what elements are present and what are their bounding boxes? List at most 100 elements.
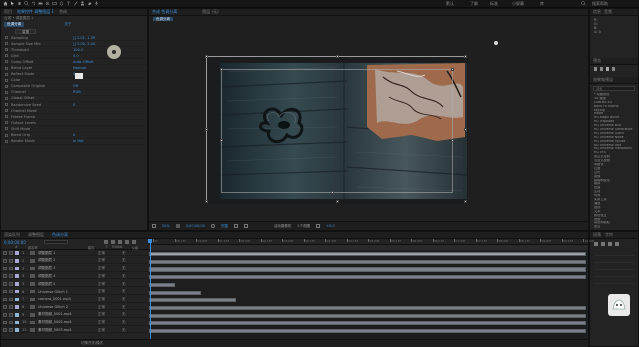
tab-info[interactable]: 信息 xyxy=(593,9,601,15)
transform-handle-mr[interactable] xyxy=(464,128,467,131)
layer-duration-bar[interactable] xyxy=(149,298,237,303)
property-value[interactable]: RGB xyxy=(73,90,81,94)
visibility-eye-icon[interactable] xyxy=(3,305,7,309)
property-value[interactable]: [] 2.01, 1.39 xyxy=(73,36,95,40)
property-value[interactable]: 0 xyxy=(73,103,75,107)
stopwatch-icon[interactable] xyxy=(5,109,8,113)
timeline-layer-row[interactable]: 3 调整图层 3 正常无 xyxy=(1,266,149,272)
paragraph-field-row[interactable] xyxy=(594,272,634,277)
label-color-swatch[interactable] xyxy=(15,266,19,271)
timeline-layer-row[interactable]: 5 调整图层 5 正常无 xyxy=(1,282,149,288)
stopwatch-icon[interactable] xyxy=(5,36,8,40)
stopwatch-icon[interactable] xyxy=(5,60,8,64)
workspace-libraries[interactable]: 库 xyxy=(540,1,544,7)
tab-effect-controls[interactable]: 效果控件 调整图层 1 xyxy=(17,9,54,15)
rectangle-tool-icon[interactable] xyxy=(52,1,57,6)
search-help-label[interactable]: 搜索帮助 xyxy=(592,1,608,7)
workspace-default[interactable]: 默认 xyxy=(446,1,454,7)
tab-preview[interactable]: 预览 xyxy=(593,58,601,64)
stopwatch-icon[interactable] xyxy=(5,139,8,143)
visibility-eye-icon[interactable] xyxy=(3,259,7,263)
transform-handle-ml[interactable] xyxy=(205,128,208,131)
layer-duration-bar[interactable] xyxy=(149,275,586,280)
anchor-point[interactable] xyxy=(494,41,498,45)
justify-icon[interactable] xyxy=(615,242,619,246)
lock-toggle[interactable] xyxy=(9,305,13,309)
layer-parent[interactable]: 无 xyxy=(122,258,126,263)
lock-toggle[interactable] xyxy=(9,297,13,302)
label-color-swatch[interactable] xyxy=(15,312,19,317)
lock-toggle[interactable] xyxy=(9,266,13,271)
layer-blend-mode[interactable]: 正常 xyxy=(98,328,118,333)
region-of-interest-icon[interactable] xyxy=(233,224,238,228)
timeline-layer-row[interactable]: 6 Universe Glitch 1 正常无 xyxy=(1,289,149,295)
label-color-swatch[interactable] xyxy=(15,259,19,263)
tab-audio[interactable]: 音频 xyxy=(604,9,612,15)
layer-parent[interactable]: 无 xyxy=(122,282,126,287)
reset-button[interactable]: 重置 xyxy=(15,28,37,34)
property-value[interactable]: 0 xyxy=(73,133,75,137)
tab-paragraph[interactable]: 段落 xyxy=(593,232,601,238)
timeline-layer-row[interactable]: 7 camera_0001.mp4 正常无 xyxy=(1,297,149,303)
stopwatch-icon[interactable] xyxy=(5,90,8,94)
layer-duration-bar[interactable] xyxy=(149,321,586,326)
stopwatch-icon[interactable] xyxy=(5,54,8,58)
draft-3d-icon[interactable] xyxy=(104,240,108,244)
work-area-bar[interactable] xyxy=(149,245,588,250)
layer-blend-mode[interactable]: 正常 xyxy=(98,274,118,279)
layer-blend-mode[interactable]: 正常 xyxy=(98,251,118,256)
lock-toggle[interactable] xyxy=(9,289,13,294)
label-color-swatch[interactable] xyxy=(15,274,19,279)
color-swatch[interactable] xyxy=(75,73,83,79)
visibility-eye-icon[interactable] xyxy=(3,274,7,279)
visibility-eye-icon[interactable] xyxy=(3,251,7,255)
camera-tool-icon[interactable] xyxy=(38,1,43,6)
stopwatch-icon[interactable] xyxy=(5,78,8,82)
paragraph-field-row[interactable] xyxy=(594,258,634,263)
sub-tab-comp[interactable]: 色调分离 xyxy=(153,17,173,21)
layer-parent[interactable]: 无 xyxy=(122,274,126,279)
label-color-swatch[interactable] xyxy=(15,251,19,255)
frame-blending-icon[interactable] xyxy=(118,240,122,244)
label-color-swatch[interactable] xyxy=(15,297,19,302)
first-frame-icon[interactable] xyxy=(594,67,597,71)
paragraph-field-row[interactable] xyxy=(594,279,634,284)
transform-handle-tm[interactable] xyxy=(336,55,339,58)
property-value[interactable]: Off xyxy=(73,84,78,88)
stopwatch-icon[interactable] xyxy=(5,72,8,76)
timecode-viewer[interactable]: 0;00;00;00 xyxy=(186,224,205,228)
property-value[interactable]: [] 2.00, 2.00 xyxy=(73,42,95,46)
effect-name-header[interactable]: 色调分离 xyxy=(4,21,25,27)
visibility-eye-icon[interactable] xyxy=(3,320,7,325)
clone-stamp-tool-icon[interactable] xyxy=(80,1,85,6)
layer-blend-mode[interactable]: 正常 xyxy=(98,305,118,310)
pen-tool-icon[interactable] xyxy=(59,1,64,6)
stopwatch-icon[interactable] xyxy=(5,48,8,52)
prev-frame-icon[interactable] xyxy=(600,67,603,71)
transform-handle-tl[interactable] xyxy=(205,55,208,58)
paragraph-field-row[interactable] xyxy=(594,265,634,270)
layer-blend-mode[interactable]: 正常 xyxy=(98,266,118,271)
rotate-tool-icon[interactable] xyxy=(31,1,36,6)
lock-toggle[interactable] xyxy=(9,259,13,263)
hand-tool-icon[interactable] xyxy=(17,1,22,6)
zoom-tool-icon[interactable] xyxy=(24,1,29,6)
stopwatch-icon[interactable] xyxy=(5,133,8,137)
layer-blend-mode[interactable]: 正常 xyxy=(98,258,118,263)
layer-parent[interactable]: 无 xyxy=(122,320,126,325)
tab-composition-view[interactable]: 合成 色调分离 xyxy=(152,9,177,15)
timeline-layer-row[interactable]: 11 素材视频_0003.mp4 正常无 xyxy=(1,328,149,334)
tab-composition[interactable]: 合成 xyxy=(59,9,67,15)
about-link[interactable]: 关于 xyxy=(64,22,71,27)
tab-character[interactable]: 字符 xyxy=(605,232,613,238)
layer-parent[interactable]: 无 xyxy=(122,289,126,294)
property-value[interactable]: In Hdr xyxy=(73,139,84,143)
layer-name[interactable]: 调整图层 3 xyxy=(38,266,96,271)
composition-frame[interactable] xyxy=(205,55,468,204)
layer-name[interactable]: camera_0001.mp4 xyxy=(38,297,96,301)
label-color-swatch[interactable] xyxy=(15,305,19,309)
layer-name[interactable]: 素材视频_0001.mp4 xyxy=(38,312,96,317)
fast-previews-icon[interactable] xyxy=(316,224,321,228)
layer-name[interactable]: Universe Glitch 2 xyxy=(38,305,96,309)
search-icon[interactable] xyxy=(581,1,586,6)
